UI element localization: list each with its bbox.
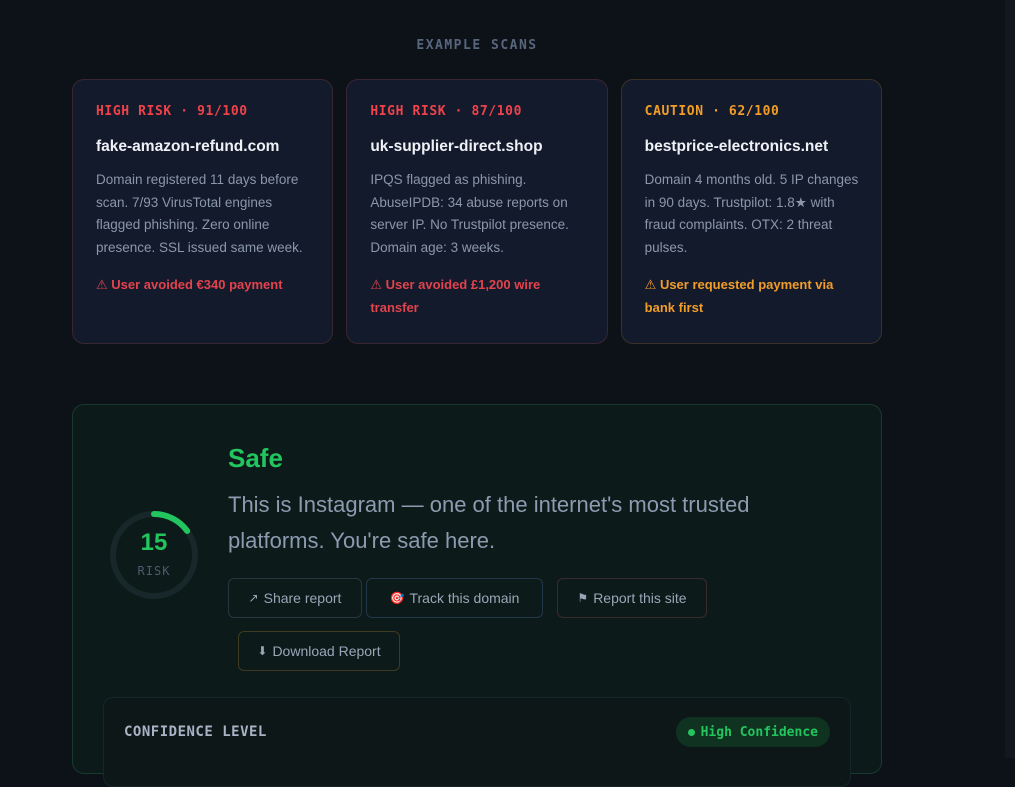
risk-tag: HIGH RISK · 91/100 [96,104,248,119]
scan-domain: fake-amazon-refund.com [96,138,280,155]
risk-tag: CAUTION · 62/100 [644,104,780,119]
track-domain-label: Track this domain [409,590,520,606]
risk-gauge: 15 RISK [108,509,200,601]
track-domain-button[interactable]: 🎯 Track this domain [366,578,543,618]
report-site-button[interactable]: ⚑ Report this site [557,578,707,618]
scan-outcome: ⚠ User avoided £1,200 wire transfer [370,273,584,319]
example-scan-card[interactable]: CAUTION · 62/100 bestprice-electronics.n… [620,79,882,344]
report-site-label: Report this site [593,590,687,606]
page-right-edge [1005,0,1015,758]
status-dot-icon [687,728,695,736]
section-label: EXAMPLE SCANS [416,38,538,53]
scan-description: Domain 4 months old. 5 IP changes in 90 … [644,172,859,255]
scan-description: IPQS flagged as phishing. AbuseIPDB: 34 … [370,172,569,255]
report-actions: ↗ Share report 🎯 Track this domain ⚑ Rep… [228,578,728,678]
confidence-panel: CONFIDENCE LEVEL High Confidence [103,697,851,787]
download-icon: ⬇ [257,644,268,658]
target-icon: 🎯 [389,591,405,605]
risk-tag: HIGH RISK · 87/100 [370,104,523,119]
scan-outcome: ⚠ User avoided €340 payment [96,273,310,296]
flag-icon: ⚑ [577,591,589,605]
scan-domain: uk-supplier-direct.shop [370,138,543,155]
risk-label: RISK [137,564,171,578]
scan-outcome-text: User requested payment via bank first [644,277,834,315]
verdict-title: Safe [228,443,283,473]
scan-outcome-text: User avoided £1,200 wire transfer [370,277,541,315]
scan-description: Domain registered 11 days before scan. 7… [96,172,303,255]
confidence-badge: High Confidence [675,717,830,747]
share-report-button[interactable]: ↗ Share report [228,578,362,618]
example-scan-card[interactable]: HIGH RISK · 87/100 uk-supplier-direct.sh… [346,79,608,344]
scan-outcome: ⚠ User requested payment via bank first [645,273,859,319]
warning-icon: ⚠ [96,277,108,292]
confidence-label: CONFIDENCE LEVEL [124,724,267,740]
share-icon: ↗ [248,591,259,605]
scan-result-panel: 15 RISK Safe This is Instagram — one of … [72,404,882,787]
risk-score: 15 [140,529,168,556]
share-report-label: Share report [263,590,342,606]
scan-domain: bestprice-electronics.net [644,138,829,155]
verdict-summary: This is Instagram — one of the internet'… [228,492,750,553]
warning-icon: ⚠ [644,277,657,292]
scan-outcome-text: User avoided €340 payment [111,277,283,292]
download-report-label: Download Report [272,643,381,659]
confidence-badge-text: High Confidence [700,724,818,740]
example-scans: HIGH RISK · 91/100 fake-amazon-refund.co… [72,79,882,344]
warning-icon: ⚠ [370,277,382,292]
download-report-button[interactable]: ⬇ Download Report [238,631,400,671]
example-scan-card[interactable]: HIGH RISK · 91/100 fake-amazon-refund.co… [72,79,334,344]
